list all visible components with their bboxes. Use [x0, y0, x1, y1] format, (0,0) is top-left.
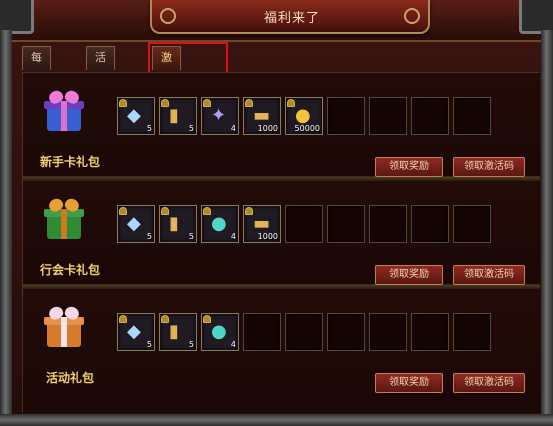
empty-item-slot: [411, 97, 449, 135]
get-activation-code-button[interactable]: 领取激活码: [453, 265, 525, 285]
frame-corner-ornament: [519, 0, 553, 34]
package-label: 新手卡礼包: [39, 155, 100, 169]
scroll-icon: ▮: [169, 105, 179, 126]
item-count: 50000: [294, 124, 320, 133]
package-row-newbie: 新手卡礼包 ◆ 5 ▮ 5 ✦ 4 ▬ 1000 ● 50000 领取奖励 领取…: [23, 73, 540, 177]
empty-item-slot: [285, 313, 323, 351]
empty-item-slot: [327, 97, 365, 135]
empty-item-slot: [411, 205, 449, 243]
item-count: 5: [146, 232, 152, 241]
lock-icon: [203, 315, 211, 323]
coin-icon: ●: [295, 105, 311, 126]
empty-item-slot: [453, 313, 491, 351]
welfare-window: 福利来了 每日签到 活跃奖励 激活礼包 新手卡礼包 ◆ 5: [0, 0, 553, 426]
lock-icon: [161, 315, 169, 323]
empty-item-slot: [453, 97, 491, 135]
item-slot[interactable]: ▬ 1000: [243, 205, 281, 243]
tab-highlight-box: [148, 42, 228, 76]
tab-daily-checkin[interactable]: 每日签到: [22, 46, 51, 130]
window-frame-bottom: [0, 414, 553, 426]
empty-item-slot: [327, 205, 365, 243]
window-frame-right: [541, 30, 553, 426]
item-count: 5: [146, 340, 152, 349]
empty-item-slot: [327, 313, 365, 351]
empty-item-slot: [243, 313, 281, 351]
item-slot[interactable]: ◆ 5: [117, 313, 155, 351]
package-label: 行会卡礼包: [39, 263, 100, 277]
package-label: 活动礼包: [45, 371, 94, 385]
item-slot[interactable]: ▬ 1000: [243, 97, 281, 135]
empty-item-slot: [369, 205, 407, 243]
window-frame-left: [0, 30, 12, 426]
item-slot[interactable]: ✦ 4: [201, 97, 239, 135]
lock-icon: [119, 315, 127, 323]
item-slot[interactable]: ▮ 5: [159, 97, 197, 135]
title-plate: 福利来了: [150, 0, 430, 34]
item-count: 4: [230, 340, 236, 349]
lock-icon: [119, 99, 127, 107]
get-activation-code-button[interactable]: 领取激活码: [453, 157, 525, 177]
lock-icon: [161, 99, 169, 107]
crystal-icon: ◆: [127, 321, 141, 342]
window-title: 福利来了: [263, 11, 320, 26]
lock-icon: [203, 207, 211, 215]
lock-icon: [119, 207, 127, 215]
item-slot[interactable]: ● 4: [201, 313, 239, 351]
lock-icon: [287, 99, 295, 107]
item-count: 5: [188, 124, 194, 133]
item-count: 4: [230, 124, 236, 133]
gift-box-blue-icon: [43, 88, 85, 133]
lock-icon: [161, 207, 169, 215]
lock-icon: [245, 207, 253, 215]
tab-activity-rewards[interactable]: 活跃奖励: [86, 46, 115, 130]
item-slot[interactable]: ◆ 5: [117, 205, 155, 243]
item-slot[interactable]: ● 50000: [285, 97, 323, 135]
scroll-icon: ▮: [169, 321, 179, 342]
claim-reward-button[interactable]: 领取奖励: [375, 157, 443, 177]
package-row-event: 活动礼包 ◆ 5 ▮ 5 ● 4 领取奖励 领取激活码: [23, 289, 540, 413]
potion-icon: ●: [211, 321, 227, 342]
feather-icon: ✦: [211, 105, 227, 126]
item-count: 5: [188, 232, 194, 241]
empty-item-slot: [369, 313, 407, 351]
package-row-guild: 行会卡礼包 ◆ 5 ▮ 5 ● 4 ▬ 1000 领取奖励 领取激活码: [23, 181, 540, 285]
gift-box-green-icon: [43, 196, 85, 241]
item-count: 1000: [257, 232, 278, 241]
empty-item-slot: [369, 97, 407, 135]
item-slot[interactable]: ◆ 5: [117, 97, 155, 135]
item-count: 1000: [257, 124, 278, 133]
crystal-icon: ◆: [127, 213, 141, 234]
item-slot[interactable]: ▮ 5: [159, 313, 197, 351]
gift-box-orange-icon: [43, 304, 85, 349]
item-count: 5: [146, 124, 152, 133]
item-count: 5: [188, 340, 194, 349]
get-activation-code-button[interactable]: 领取激活码: [453, 373, 525, 393]
title-ornament-icon: [404, 8, 420, 24]
lock-icon: [245, 99, 253, 107]
empty-item-slot: [285, 205, 323, 243]
item-slot[interactable]: ● 4: [201, 205, 239, 243]
scroll-icon: ▬: [253, 105, 271, 126]
frame-corner-ornament: [0, 0, 34, 34]
empty-item-slot: [453, 205, 491, 243]
lock-icon: [203, 99, 211, 107]
empty-item-slot: [411, 313, 449, 351]
gift-package-panel: 新手卡礼包 ◆ 5 ▮ 5 ✦ 4 ▬ 1000 ● 50000 领取奖励 领取…: [22, 72, 540, 413]
crystal-icon: ◆: [127, 105, 141, 126]
claim-reward-button[interactable]: 领取奖励: [375, 373, 443, 393]
scroll-icon: ▬: [253, 213, 271, 234]
claim-reward-button[interactable]: 领取奖励: [375, 265, 443, 285]
item-slot[interactable]: ▮ 5: [159, 205, 197, 243]
scroll-icon: ▮: [169, 213, 179, 234]
item-count: 4: [230, 232, 236, 241]
potion-icon: ●: [211, 213, 227, 234]
